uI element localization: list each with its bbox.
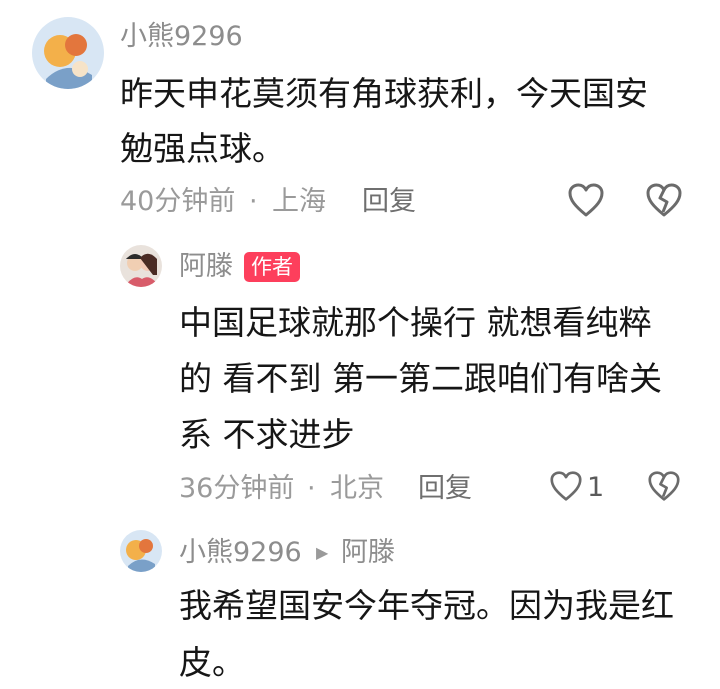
comment-time: 36分钟前 <box>179 473 295 504</box>
heart-outline-icon[interactable] <box>549 470 583 502</box>
avatar[interactable] <box>32 17 104 89</box>
username[interactable]: 阿滕 <box>179 250 233 284</box>
comment-text-line: 系 不求进步 <box>179 415 355 454</box>
broken-heart-icon[interactable] <box>647 470 681 502</box>
comment-text-line: 的 看不到 第一第二跟咱们有啥关 <box>179 359 662 398</box>
meta-separator: · <box>249 186 258 217</box>
play-triangle-icon: ▶ <box>316 543 329 562</box>
avatar[interactable] <box>120 245 162 287</box>
comment-text-line: 皮。 <box>179 643 245 682</box>
avatar-image <box>32 17 104 89</box>
comment-location: 上海 <box>272 186 326 217</box>
heart-outline-icon[interactable] <box>567 182 605 218</box>
comment-text-line: 勉强点球。 <box>120 129 285 168</box>
author-badge: 作者 <box>244 252 300 282</box>
comment-location: 北京 <box>330 473 384 504</box>
comment-text-line: 昨天申花莫须有角球获利，今天国安 <box>120 74 648 113</box>
broken-heart-icon[interactable] <box>645 182 683 218</box>
avatar-image <box>120 530 162 572</box>
reply-button[interactable]: 回复 <box>362 185 416 219</box>
comment-text-line: 我希望国安今年夺冠。因为我是红 <box>179 586 674 625</box>
meta-separator: · <box>307 473 316 504</box>
username[interactable]: 小熊9296 <box>179 536 302 570</box>
username[interactable]: 小熊9296 <box>120 20 243 54</box>
avatar-image <box>120 245 162 287</box>
comment-time: 40分钟前 <box>120 186 236 217</box>
comment-text-line: 中国足球就那个操行 就想看纯粹 <box>179 303 652 342</box>
avatar[interactable] <box>120 530 162 572</box>
like-count: 1 <box>587 472 605 503</box>
reply-to-username[interactable]: 阿滕 <box>341 536 395 570</box>
reply-button[interactable]: 回复 <box>418 472 472 506</box>
